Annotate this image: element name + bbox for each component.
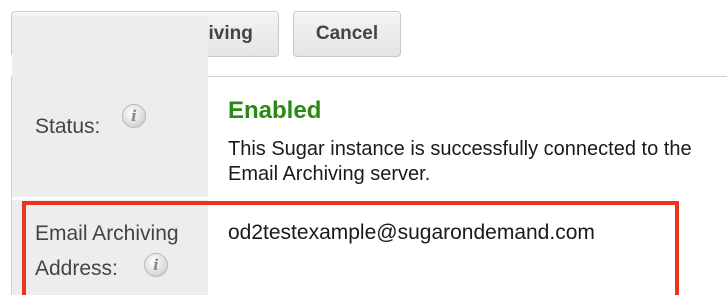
- archive-address-label-line2: Address:: [35, 257, 118, 280]
- archive-address-label-line1: Email Archiving: [35, 222, 179, 245]
- status-info-icon[interactable]: i: [122, 104, 146, 128]
- status-value: Enabled: [228, 97, 322, 124]
- status-label: Status:: [35, 115, 101, 138]
- cancel-button[interactable]: Cancel: [293, 11, 401, 57]
- status-label-cell: [12, 16, 208, 197]
- status-description: This Sugar instance is successfully conn…: [228, 138, 692, 185]
- archive-address-value: od2testexample@sugarondemand.com: [228, 221, 595, 244]
- archive-address-info-icon[interactable]: i: [144, 253, 168, 277]
- email-archiving-page: Disable Email Archiving Cancel Status: i…: [0, 0, 727, 295]
